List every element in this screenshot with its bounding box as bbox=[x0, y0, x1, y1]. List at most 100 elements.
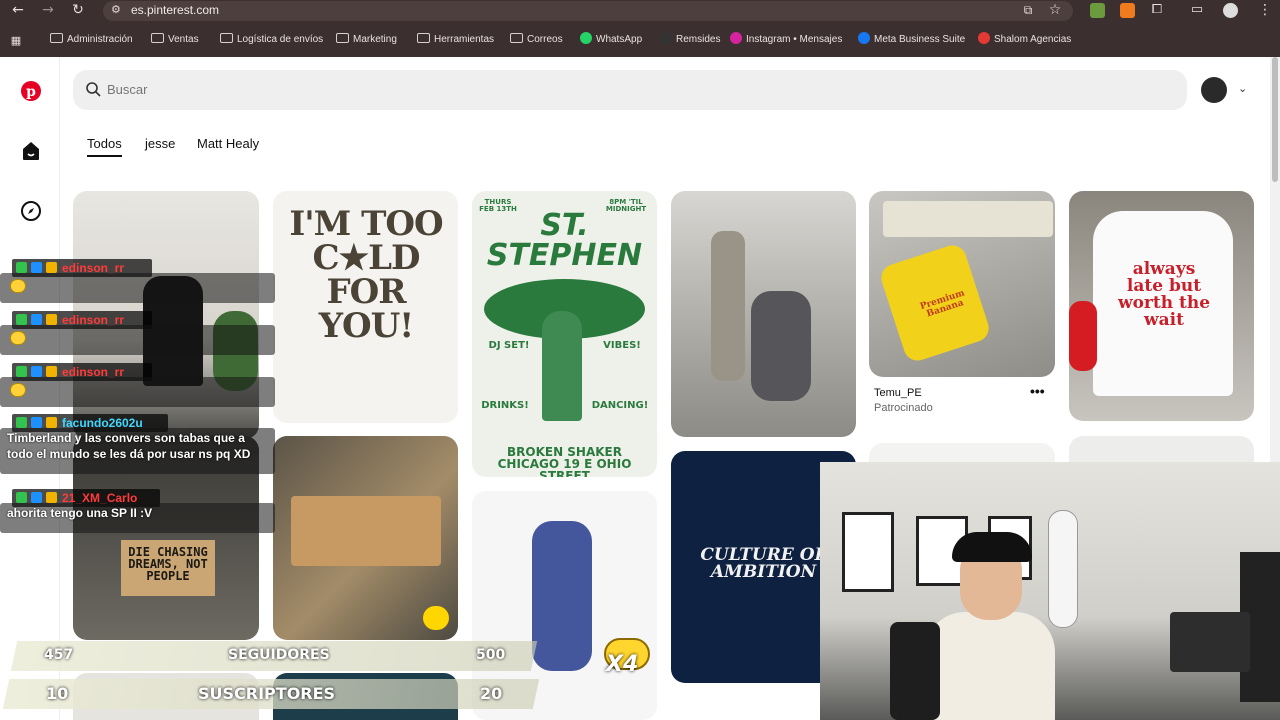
bookmark-label: Marketing bbox=[353, 34, 397, 45]
pin-too-cold-poster[interactable]: I'M TOO C★LD FOR YOU! bbox=[273, 191, 458, 423]
extension-x-icon[interactable] bbox=[1120, 3, 1135, 18]
subscriber-badge-icon bbox=[46, 492, 57, 503]
tab-search-icon[interactable]: ▭ bbox=[1187, 0, 1207, 20]
hand-shape bbox=[542, 311, 582, 421]
bookmark-herramientas[interactable]: Herramientas bbox=[417, 30, 494, 52]
desk-shape bbox=[291, 496, 441, 566]
url-text: es.pinterest.com bbox=[131, 3, 220, 17]
bookmark-label: WhatsApp bbox=[596, 34, 643, 45]
remsides-icon bbox=[660, 32, 672, 44]
bookmark-label: Shalom Agencias bbox=[994, 34, 1072, 45]
account-chevron-down-icon[interactable]: ⌄ bbox=[1238, 82, 1247, 95]
moderator-badge-icon bbox=[31, 366, 42, 377]
pin-author[interactable]: Temu_PE bbox=[874, 387, 922, 399]
kick-badge-icon bbox=[16, 314, 27, 325]
chat-message-box bbox=[0, 377, 275, 407]
subs-target: 20 bbox=[480, 684, 503, 703]
sign-text: DIE CHASING DREAMS, NOT PEOPLE bbox=[121, 540, 215, 596]
poster-word-drinks: DRINKS! bbox=[481, 400, 529, 411]
webcam-overlay bbox=[820, 462, 1280, 720]
subs-label: SUSCRIPTORES bbox=[198, 684, 336, 703]
forward-icon[interactable]: → bbox=[38, 0, 58, 20]
poster-word-dj: DJ SET! bbox=[488, 340, 530, 351]
chat-message-text: Timberland y las convers son tabas que a… bbox=[7, 431, 251, 461]
profile-icon[interactable] bbox=[1223, 3, 1238, 18]
chair-shape bbox=[890, 622, 940, 720]
chat-emote-icon bbox=[10, 331, 26, 345]
shirt-text: always late but worth the wait bbox=[1117, 259, 1211, 330]
reload-icon[interactable]: ↻ bbox=[68, 0, 88, 20]
explore-compass-icon[interactable] bbox=[20, 200, 42, 222]
yellow-bag-shape bbox=[423, 606, 449, 630]
bookmark-whatsapp[interactable]: WhatsApp bbox=[580, 30, 642, 52]
address-bar[interactable]: ⚙ es.pinterest.com bbox=[103, 1, 1073, 21]
subscriber-badge-icon bbox=[46, 262, 57, 273]
kick-badge-icon bbox=[16, 262, 27, 273]
search-icon bbox=[86, 82, 101, 97]
person-figure-2 bbox=[751, 291, 811, 401]
followers-target: 500 bbox=[476, 647, 506, 663]
shalom-icon bbox=[978, 32, 990, 44]
multiplier: X4 bbox=[606, 652, 639, 677]
svg-text:p: p bbox=[26, 84, 36, 100]
bookmark-marketing[interactable]: Marketing bbox=[336, 30, 397, 52]
moderator-badge-icon bbox=[31, 262, 42, 273]
red-bag-shape bbox=[1069, 301, 1097, 371]
bookmark-remsides[interactable]: Remsides bbox=[660, 30, 720, 52]
whatsapp-icon bbox=[580, 32, 592, 44]
bookmark-label: Logística de envíos bbox=[237, 34, 324, 45]
bookmark-shalom-agencias[interactable]: Shalom Agencias bbox=[978, 30, 1071, 52]
back-icon[interactable]: ← bbox=[8, 0, 28, 20]
apps-grid-icon[interactable]: ▦ bbox=[6, 31, 26, 51]
bookmark-administraci-n[interactable]: Administración bbox=[50, 30, 133, 52]
folder-icon bbox=[50, 33, 63, 43]
chat-message-box: Timberland y las convers son tabas que a… bbox=[0, 428, 275, 474]
tab-todos[interactable]: Todos bbox=[87, 136, 122, 157]
browser-chrome: ← → ↻ ⚙ es.pinterest.com ⧉ ☆ ⧠ ▭ ⋮ ▦ Adm… bbox=[0, 0, 1280, 57]
poster-word-dancing: DANCING! bbox=[591, 400, 649, 411]
site-info-icon[interactable]: ⚙ bbox=[111, 3, 121, 16]
bookmark-instagram-mensajes[interactable]: Instagram • Mensajes bbox=[730, 30, 842, 52]
extension-sheets-icon[interactable] bbox=[1090, 3, 1105, 18]
search-bar[interactable]: Buscar bbox=[73, 70, 1187, 110]
pinterest-logo-icon[interactable]: p bbox=[20, 80, 42, 102]
bookmark-correos[interactable]: Correos bbox=[510, 30, 563, 52]
kick-badge-icon bbox=[16, 492, 27, 503]
followers-label: SEGUIDORES bbox=[228, 647, 330, 663]
home-icon[interactable] bbox=[20, 140, 42, 162]
scrollbar-thumb[interactable] bbox=[1272, 57, 1278, 182]
tab-matt-healy[interactable]: Matt Healy bbox=[197, 136, 259, 151]
laptop-shape bbox=[1170, 612, 1250, 672]
install-icon[interactable]: ⧉ bbox=[1018, 0, 1038, 20]
more-options-icon[interactable]: ••• bbox=[1030, 383, 1045, 399]
kick-badge-icon bbox=[16, 366, 27, 377]
folder-icon bbox=[417, 33, 430, 43]
bookmark-label: Herramientas bbox=[434, 34, 495, 45]
pin-tshirt-back[interactable]: always late but worth the wait bbox=[1069, 191, 1254, 421]
search-input[interactable]: Buscar bbox=[107, 82, 147, 97]
keyboard-shape bbox=[883, 201, 1053, 237]
pin-st-stephen-poster[interactable]: THURS FEB 13TH 8PM 'TIL MIDNIGHT ST. STE… bbox=[472, 191, 657, 477]
menu-icon[interactable]: ⋮ bbox=[1255, 0, 1275, 20]
bookmark-star-icon[interactable]: ☆ bbox=[1045, 0, 1065, 20]
bookmark-label: Remsides bbox=[676, 34, 721, 45]
bookmark-log-stica-de-env-os[interactable]: Logística de envíos bbox=[220, 30, 323, 52]
pin-street-photo[interactable] bbox=[671, 191, 856, 437]
sponsored-label: Patrocinado bbox=[874, 402, 933, 414]
chat-message-box bbox=[0, 273, 275, 303]
pin-workspace-photo[interactable] bbox=[273, 436, 458, 640]
chat-message-box: ahorita tengo una SP II :V bbox=[0, 503, 275, 533]
user-avatar[interactable] bbox=[1201, 77, 1227, 103]
moderator-badge-icon bbox=[31, 417, 42, 428]
person-shirt bbox=[925, 612, 1055, 720]
bookmark-label: Meta Business Suite bbox=[874, 34, 966, 45]
bookmark-meta-business-suite[interactable]: Meta Business Suite bbox=[858, 30, 965, 52]
bookmark-ventas[interactable]: Ventas bbox=[151, 30, 199, 52]
followers-current: 457 bbox=[44, 647, 74, 663]
subscriber-badge-icon bbox=[46, 417, 57, 428]
bookmarks-bar: ▦ Administración Ventas Logística de envío… bbox=[0, 30, 1280, 52]
extensions-puzzle-icon[interactable]: ⧠ bbox=[1147, 0, 1167, 20]
tab-jesse[interactable]: jesse bbox=[145, 136, 175, 151]
pin-temu-phone-case[interactable]: Premium Banana bbox=[869, 191, 1055, 377]
meta-icon bbox=[858, 32, 870, 44]
